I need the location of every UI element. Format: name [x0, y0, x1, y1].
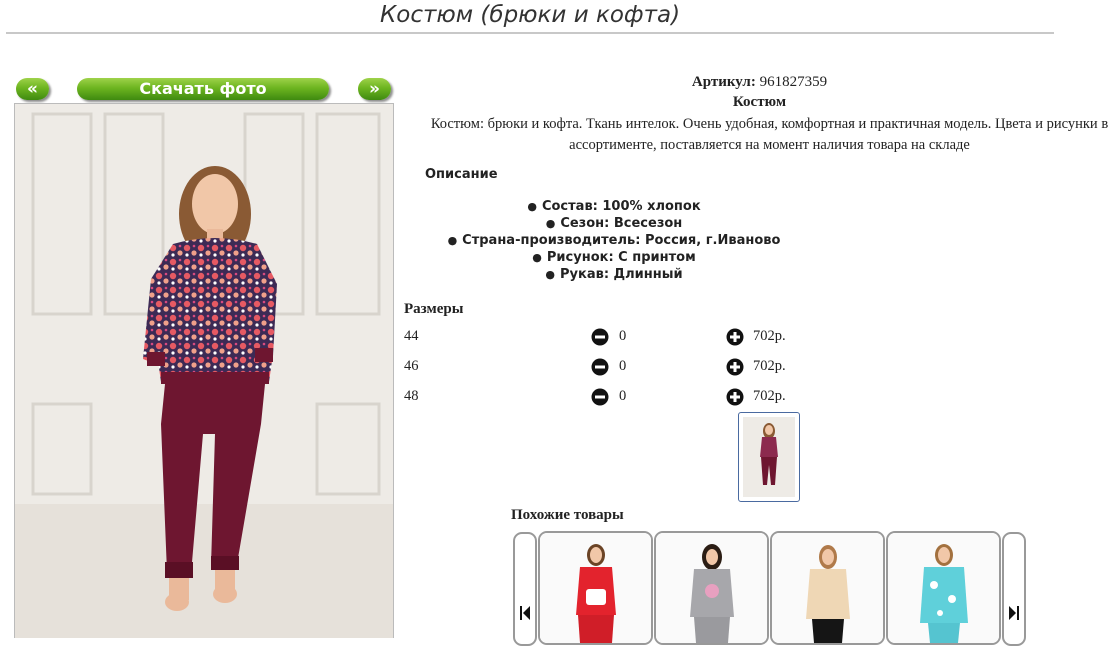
sizes-heading: Размеры	[404, 301, 464, 317]
prev-photo-button[interactable]: «	[16, 78, 49, 100]
download-photo-button[interactable]: Скачать фото	[77, 78, 329, 100]
similar-item-image	[772, 533, 883, 643]
minus-icon[interactable]	[591, 328, 609, 346]
similar-prev-button[interactable]	[513, 532, 537, 646]
spec-item: ● Рисунок: С принтом	[532, 250, 696, 265]
minus-icon[interactable]	[591, 388, 609, 406]
title-divider	[6, 32, 1054, 34]
size-row: 46 0 702р.	[404, 358, 824, 378]
size-row: 44 0 702р.	[404, 328, 824, 348]
plus-icon[interactable]	[726, 388, 744, 406]
size-row: 48 0 702р.	[404, 388, 824, 408]
skip-back-icon	[520, 606, 530, 620]
size-quantity: 0	[619, 358, 627, 374]
next-photo-button[interactable]: »	[358, 78, 391, 100]
description-heading: Описание	[425, 167, 498, 182]
size-value: 44	[404, 328, 419, 344]
similar-item[interactable]	[538, 531, 653, 645]
size-value: 48	[404, 388, 419, 404]
article-line: Артикул: 961827359	[404, 74, 1115, 91]
similar-item-image	[888, 533, 999, 643]
plus-icon[interactable]	[726, 358, 744, 376]
article-value: 961827359	[759, 74, 828, 90]
product-description: Костюм: брюки и кофта. Ткань интелок. Оч…	[430, 116, 1109, 153]
spec-item: ● Сезон: Всесезон	[545, 216, 683, 231]
similar-item[interactable]	[654, 531, 769, 645]
size-price: 702р.	[753, 328, 786, 344]
similar-heading: Похожие товары	[511, 507, 624, 523]
size-quantity: 0	[619, 388, 627, 404]
spec-item: ● Состав: 100% хлопок	[527, 199, 701, 214]
similar-item-image	[540, 533, 651, 643]
photo-thumbnail[interactable]	[738, 412, 800, 502]
article-label: Артикул:	[691, 74, 756, 90]
similar-next-button[interactable]	[1002, 532, 1026, 646]
spec-item: ● Рукав: Длинный	[545, 267, 683, 282]
plus-icon[interactable]	[726, 328, 744, 346]
spec-item: ● Страна-производитель: Россия, г.Иваново	[447, 233, 781, 248]
product-name: Костюм	[732, 94, 787, 110]
thumbnail-image	[743, 417, 795, 497]
similar-item[interactable]	[886, 531, 1001, 645]
product-photo[interactable]	[14, 103, 394, 638]
size-quantity: 0	[619, 328, 627, 344]
minus-icon[interactable]	[591, 358, 609, 376]
similar-item-image	[656, 533, 767, 643]
size-price: 702р.	[753, 388, 786, 404]
similar-item[interactable]	[770, 531, 885, 645]
size-value: 46	[404, 358, 419, 374]
page-title: Костюм (брюки и кофта)	[379, 2, 681, 28]
size-price: 702р.	[753, 358, 786, 374]
skip-forward-icon	[1009, 606, 1019, 620]
product-photo-image	[15, 104, 393, 638]
